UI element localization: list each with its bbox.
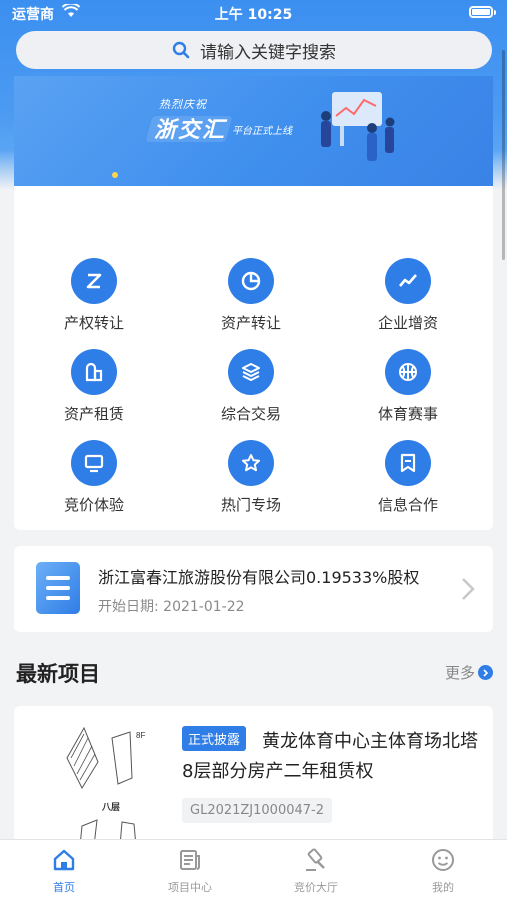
tab-project-center[interactable]: 项目中心 xyxy=(140,846,240,895)
date-value: 2021-01-22 xyxy=(163,599,245,615)
newspaper-icon xyxy=(180,850,200,870)
tab-label: 首页 xyxy=(53,881,75,894)
banner-dot xyxy=(112,172,118,178)
grid-item-label: 信息合作 xyxy=(377,496,438,514)
grid-item-equity-transfer[interactable]: 产权转让 xyxy=(34,258,154,333)
project-card[interactable]: 8F 八层 正式披露 黄龙体育中心主体育场北塔8层部分房产二年租赁权 GL202… xyxy=(14,706,493,846)
grid-item-label: 体育赛事 xyxy=(377,405,438,423)
clock: 上午 10:25 xyxy=(214,7,293,23)
grid-item-label: 企业增资 xyxy=(377,314,438,332)
project-code: GL2021ZJ1000047-2 xyxy=(182,798,332,823)
trend-line-icon xyxy=(385,258,431,304)
project-title: 黄龙体育中心主体育场北塔8层部分房产二年租赁权 xyxy=(182,731,478,782)
battery-icon xyxy=(469,6,496,18)
tab-bidding-hall[interactable]: 竞价大厅 xyxy=(266,846,366,895)
tab-label: 项目中心 xyxy=(168,881,212,894)
floor-plan-thumbnail: 8F 八层 xyxy=(66,726,145,846)
grid-item-label: 资产租赁 xyxy=(63,405,124,423)
home-icon xyxy=(53,849,75,871)
tab-label: 竞价大厅 xyxy=(294,881,338,894)
grid-item-hot-sessions[interactable]: 热门专场 xyxy=(191,440,311,515)
search-placeholder: 请输入关键字搜索 xyxy=(200,42,336,63)
date-label: 开始日期: xyxy=(98,599,159,615)
bottom-tab-bar: 首页 项目中心 竞价大厅 我的 xyxy=(0,839,507,901)
promo-banner[interactable]: 热烈庆祝 浙交汇 平台正式上线 xyxy=(14,76,493,186)
tab-home[interactable]: 首页 xyxy=(14,846,114,895)
search-icon xyxy=(172,41,190,59)
layers-icon xyxy=(228,349,274,395)
smiley-icon xyxy=(432,849,454,871)
grid-item-label: 产权转让 xyxy=(63,314,124,332)
thumb-label: 八层 xyxy=(101,802,120,812)
building-icon xyxy=(71,349,117,395)
pie-chart-icon xyxy=(228,258,274,304)
more-link[interactable]: 更多 xyxy=(445,662,493,683)
banner-subtitle: 热烈庆祝 xyxy=(159,98,207,111)
grid-item-label: 综合交易 xyxy=(220,405,281,423)
grid-item-capital-increase[interactable]: 企业增资 xyxy=(348,258,468,333)
status-bar: 运营商 上午 10:25 xyxy=(0,0,507,26)
monitor-icon xyxy=(71,440,117,486)
grid-item-comprehensive-trade[interactable]: 综合交易 xyxy=(191,349,311,424)
document-icon xyxy=(36,562,80,614)
star-icon xyxy=(228,440,274,486)
service-grid: 产权转让 资产转让 企业增资 资产租赁 综合交易 体育赛事 竞价体验 热门专场 … xyxy=(14,186,493,530)
svg-text:8F: 8F xyxy=(136,731,145,740)
announcement-title: 浙江富春江旅游股份有限公司0.19533%股权 xyxy=(98,568,420,587)
bookmark-icon xyxy=(385,440,431,486)
grid-item-label: 资产转让 xyxy=(220,314,281,332)
grid-item-asset-lease[interactable]: 资产租赁 xyxy=(34,349,154,424)
grid-item-label: 竞价体验 xyxy=(63,496,124,514)
tab-mine[interactable]: 我的 xyxy=(393,846,493,895)
basketball-icon xyxy=(385,349,431,395)
grid-item-info-cooperation[interactable]: 信息合作 xyxy=(348,440,468,515)
banner-title: 浙交汇 xyxy=(154,118,227,143)
tab-label: 我的 xyxy=(432,881,454,894)
more-label: 更多 xyxy=(444,664,475,682)
grid-item-label: 热门专场 xyxy=(220,496,281,514)
chevron-right-icon xyxy=(462,578,475,600)
banner-illustration xyxy=(321,92,395,161)
equity-transfer-icon xyxy=(71,258,117,304)
scrollbar[interactable] xyxy=(502,50,505,260)
grid-item-bidding-experience[interactable]: 竞价体验 xyxy=(34,440,154,515)
grid-item-sports-events[interactable]: 体育赛事 xyxy=(348,349,468,424)
banner-tagline: 平台正式上线 xyxy=(232,126,292,137)
search-input[interactable]: 请输入关键字搜索 xyxy=(16,31,492,69)
section-title: 最新项目 xyxy=(16,662,100,686)
gavel-icon xyxy=(306,848,325,871)
grid-item-asset-transfer[interactable]: 资产转让 xyxy=(191,258,311,333)
announcement-card[interactable]: 浙江富春江旅游股份有限公司0.19533%股权 开始日期: 2021-01-22 xyxy=(14,546,493,632)
more-arrow-icon xyxy=(478,665,493,680)
announcement-date: 开始日期: 2021-01-22 xyxy=(98,596,245,616)
